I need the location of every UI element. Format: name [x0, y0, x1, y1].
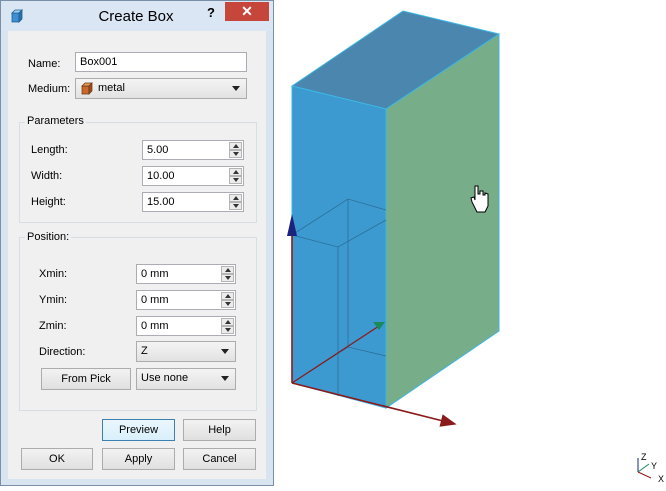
use-none-select[interactable]: Use none: [136, 368, 236, 390]
width-spinbox[interactable]: 10.00: [142, 166, 244, 186]
triad-y-label: Y: [651, 461, 657, 471]
ymin-spin-up[interactable]: [221, 292, 234, 300]
length-label: Length:: [31, 144, 68, 156]
position-group-title: Position:: [25, 231, 72, 243]
medium-select[interactable]: metal: [75, 78, 247, 99]
ok-button[interactable]: OK: [21, 448, 93, 470]
xmin-label: Xmin:: [39, 268, 68, 280]
title-bar[interactable]: Create Box ? ✕: [1, 1, 273, 31]
xmin-spinbox[interactable]: 0 mm: [136, 264, 236, 284]
help-question-button[interactable]: ?: [201, 4, 221, 24]
length-spin-down[interactable]: [229, 150, 242, 158]
zmin-label: Zmin:: [39, 320, 67, 332]
length-spinbox[interactable]: 5.00: [142, 140, 244, 160]
triad-z-label: Z: [641, 452, 647, 462]
zmin-spin-down[interactable]: [221, 326, 234, 334]
medium-label: Medium:: [28, 83, 71, 95]
medium-value: metal: [98, 82, 125, 94]
zmin-spin-up[interactable]: [221, 318, 234, 326]
app-cube-icon: [11, 9, 23, 23]
zmin-spinbox[interactable]: 0 mm: [136, 316, 236, 336]
height-spinbox[interactable]: 15.00: [142, 192, 244, 212]
use-none-value: Use none: [141, 372, 189, 384]
xmin-spin-up[interactable]: [221, 266, 234, 274]
triad-x-label: X: [658, 474, 664, 484]
create-box-dialog: Create Box ? ✕ Name: Box001 Medium: meta…: [0, 0, 274, 486]
metal-cube-icon: [81, 82, 93, 95]
axis-triad: Z Y X: [637, 452, 664, 484]
length-spin-up[interactable]: [229, 142, 242, 150]
ymin-spinbox[interactable]: 0 mm: [136, 290, 236, 310]
box-front-face[interactable]: [291, 85, 387, 409]
parameters-group-title: Parameters: [25, 115, 86, 127]
chevron-down-icon: [232, 86, 240, 91]
ymin-label: Ymin:: [39, 294, 68, 306]
height-spin-up[interactable]: [229, 194, 242, 202]
direction-value: Z: [141, 345, 148, 357]
chevron-down-icon: [221, 376, 229, 381]
zmin-value: 0 mm: [141, 320, 169, 332]
help-button[interactable]: Help: [183, 419, 256, 441]
ymin-value: 0 mm: [141, 294, 169, 306]
dialog-client-area: Name: Box001 Medium: metal Parameters Le…: [8, 31, 266, 479]
direction-select[interactable]: Z: [136, 341, 236, 362]
height-value: 15.00: [147, 196, 175, 208]
name-input[interactable]: Box001: [75, 52, 247, 72]
width-label: Width:: [31, 170, 63, 182]
from-pick-button[interactable]: From Pick: [41, 368, 131, 390]
width-spin-up[interactable]: [229, 168, 242, 176]
preview-button[interactable]: Preview: [102, 419, 175, 441]
dialog-title: Create Box: [98, 8, 174, 25]
height-spin-down[interactable]: [229, 202, 242, 210]
direction-label: Direction:: [39, 346, 86, 358]
3d-viewport[interactable]: Z Y X: [275, 0, 666, 488]
height-label: Height:: [31, 196, 66, 208]
apply-button[interactable]: Apply: [102, 448, 175, 470]
cancel-button[interactable]: Cancel: [183, 448, 256, 470]
close-icon: ✕: [241, 3, 253, 19]
name-label: Name:: [28, 58, 61, 70]
xmin-value: 0 mm: [141, 268, 169, 280]
length-value: 5.00: [147, 144, 169, 156]
width-value: 10.00: [147, 170, 175, 182]
width-spin-down[interactable]: [229, 176, 242, 184]
close-button[interactable]: ✕: [225, 2, 269, 21]
xmin-spin-down[interactable]: [221, 274, 234, 282]
viewport-canvas[interactable]: Z Y X: [275, 0, 666, 488]
ymin-spin-down[interactable]: [221, 300, 234, 308]
chevron-down-icon: [221, 349, 229, 354]
